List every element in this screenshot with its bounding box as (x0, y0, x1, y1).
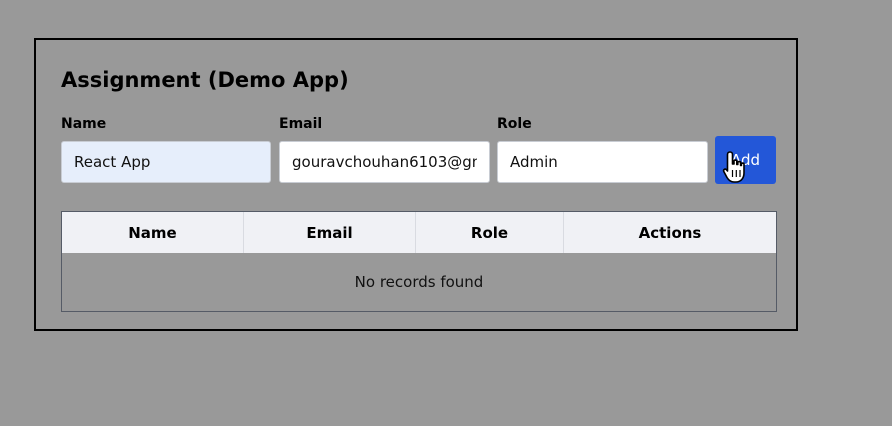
empty-row: No records found (62, 253, 776, 311)
column-header-actions: Actions (563, 212, 776, 253)
role-input[interactable] (497, 141, 708, 183)
records-table: Name Email Role Actions No records found (61, 211, 777, 312)
email-label: Email (279, 116, 323, 132)
page-title: Assignment (Demo App) (61, 68, 349, 92)
name-label: Name (61, 116, 107, 132)
email-input[interactable] (279, 141, 490, 183)
column-header-role: Role (415, 212, 564, 253)
role-label: Role (497, 116, 532, 132)
column-header-email: Email (243, 212, 416, 253)
assignment-card: Assignment (Demo App) Name Email Role Ad… (34, 38, 798, 331)
table-header-row: Name Email Role Actions (62, 212, 776, 253)
name-input[interactable] (61, 141, 271, 183)
empty-message: No records found (62, 253, 776, 311)
add-button[interactable]: Add (715, 136, 776, 184)
column-header-name: Name (62, 212, 244, 253)
